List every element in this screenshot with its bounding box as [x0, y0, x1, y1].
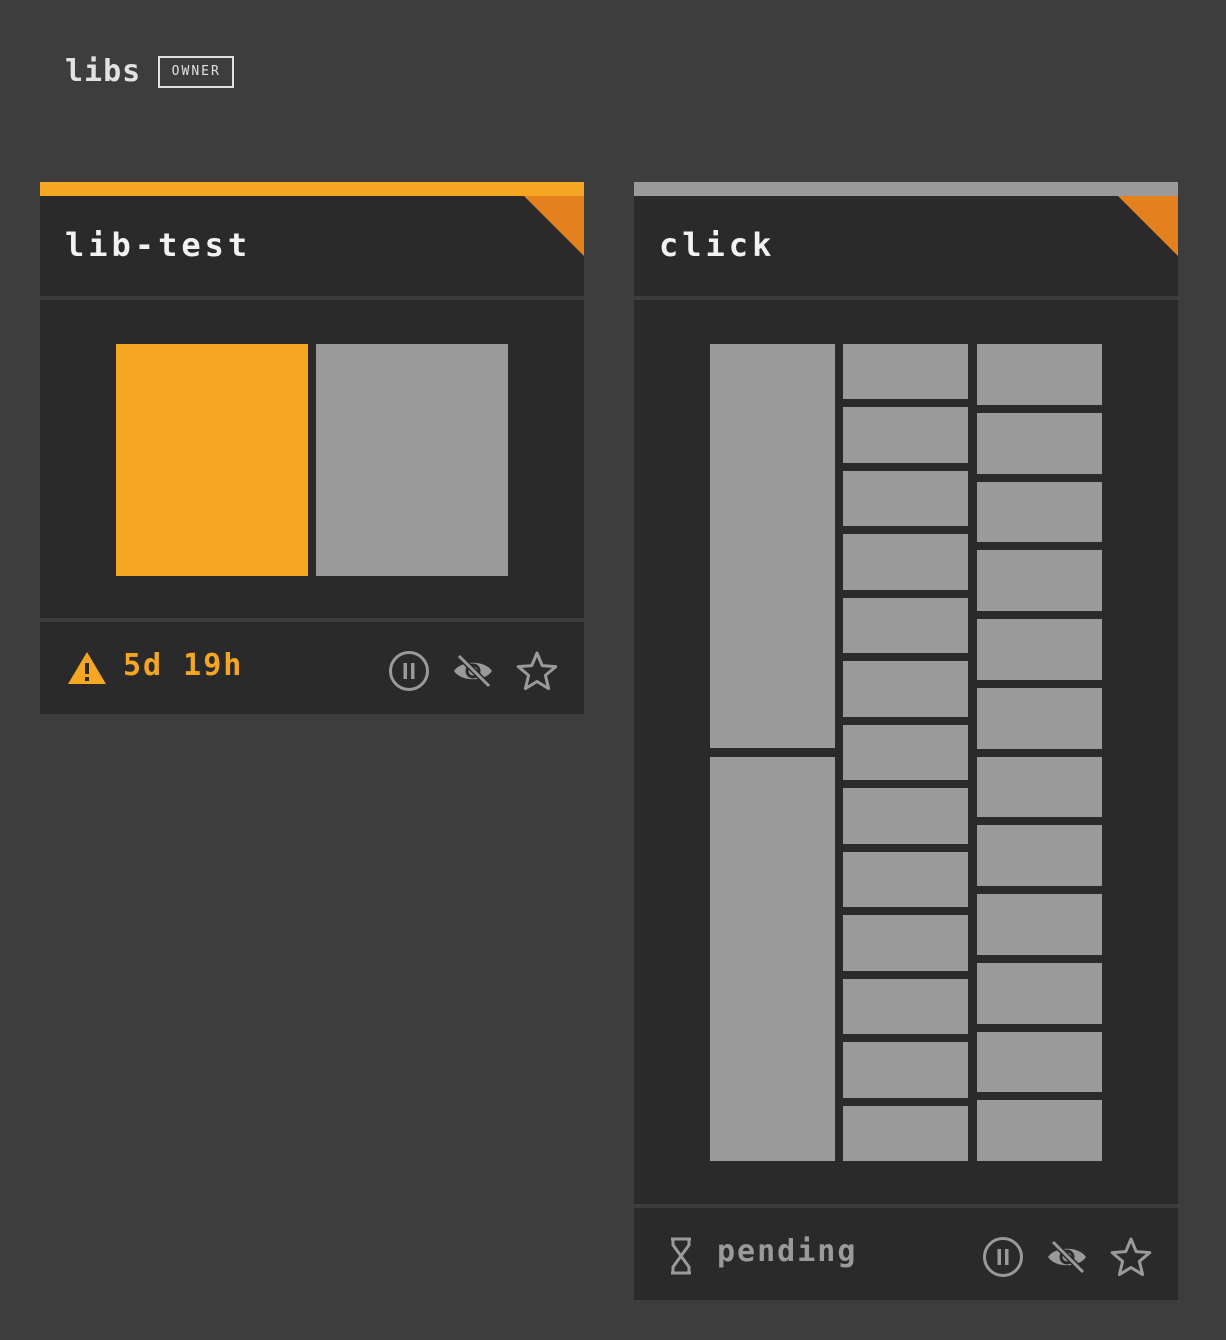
job-tile-pending[interactable] [843, 1105, 968, 1161]
job-tile-pending[interactable] [843, 788, 968, 844]
team-role-badge: OWNER [158, 55, 235, 88]
job-tile-pending[interactable] [843, 407, 968, 463]
job-tile-pending[interactable] [977, 894, 1102, 955]
hide-button[interactable] [451, 649, 495, 693]
job-tile-pending[interactable] [843, 344, 968, 400]
status-text: pending [717, 1234, 858, 1269]
status-bar [40, 182, 584, 196]
hourglass-icon [668, 1237, 694, 1279]
job-tile-pending[interactable] [843, 1042, 968, 1098]
job-tile-pending[interactable] [977, 619, 1102, 680]
pipeline-preview[interactable] [40, 300, 584, 618]
job-tile-pending[interactable] [316, 344, 508, 576]
job-tile-pending[interactable] [843, 597, 968, 654]
status-bar [634, 182, 1178, 196]
running-corner-marker [524, 196, 584, 256]
pause-icon [389, 651, 429, 691]
hide-icon [454, 653, 492, 689]
pipeline-name[interactable]: click [659, 226, 775, 264]
warning-icon [66, 650, 108, 690]
job-tile-pending[interactable] [843, 661, 968, 717]
pipeline-card-click[interactable]: click pending [634, 182, 1178, 1300]
card-footer: 5d 19h [40, 622, 584, 714]
pause-button[interactable] [387, 649, 431, 693]
running-corner-marker [1118, 196, 1178, 256]
job-tile-pending[interactable] [977, 550, 1102, 611]
hide-button[interactable] [1045, 1235, 1089, 1279]
job-tile-pending[interactable] [977, 825, 1102, 886]
favorite-button[interactable] [515, 649, 559, 693]
job-tile-pending[interactable] [843, 470, 968, 527]
card-header[interactable]: click [634, 196, 1178, 296]
job-tile-pending[interactable] [843, 978, 968, 1035]
star-icon [1110, 1237, 1152, 1277]
job-tile-pending[interactable] [843, 724, 968, 781]
card-footer: pending [634, 1208, 1178, 1300]
job-tile-pending[interactable] [977, 756, 1102, 818]
status-duration: 5d 19h [123, 648, 244, 683]
job-tile-pending[interactable] [843, 915, 968, 971]
job-tile-pending[interactable] [710, 757, 835, 1161]
job-tile-pending[interactable] [977, 481, 1102, 543]
job-tile-pending[interactable] [977, 1100, 1102, 1161]
pipeline-name[interactable]: lib-test [65, 226, 251, 264]
favorite-button[interactable] [1109, 1235, 1153, 1279]
card-header[interactable]: lib-test [40, 196, 584, 296]
job-tile-pending[interactable] [977, 412, 1102, 474]
job-tile-pending[interactable] [977, 1031, 1102, 1093]
job-tile-pending[interactable] [977, 344, 1102, 405]
team-header: libs OWNER [65, 54, 235, 89]
job-tile-failed[interactable] [116, 344, 308, 576]
job-tile-pending[interactable] [710, 344, 835, 748]
pause-button[interactable] [981, 1235, 1025, 1279]
job-tile-pending[interactable] [977, 962, 1102, 1024]
job-tile-pending[interactable] [843, 534, 968, 590]
job-tile-pending[interactable] [977, 687, 1102, 749]
pipeline-card-lib-test[interactable]: lib-test 5d 19h [40, 182, 584, 714]
job-tile-pending[interactable] [843, 851, 968, 908]
pause-icon [983, 1237, 1023, 1277]
pipeline-preview[interactable] [634, 300, 1178, 1204]
star-icon [516, 651, 558, 691]
hide-icon [1048, 1239, 1086, 1275]
team-name[interactable]: libs [65, 54, 141, 89]
